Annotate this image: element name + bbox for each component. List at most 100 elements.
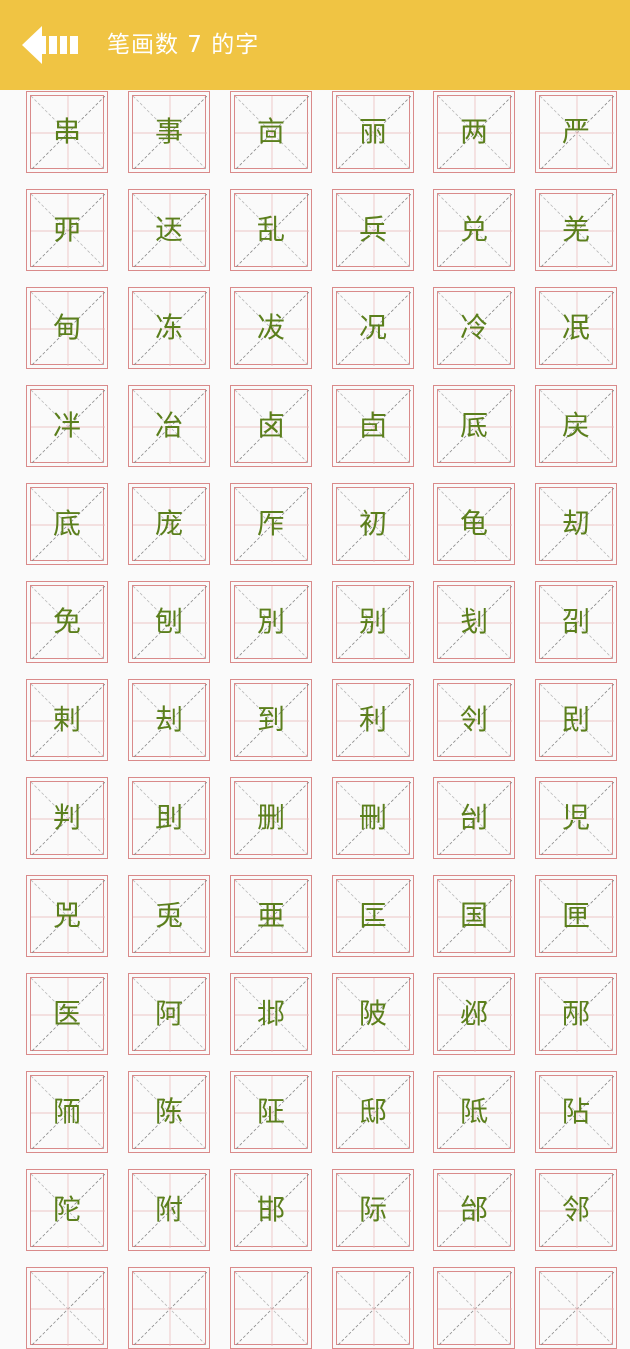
character-cell[interactable]: 乱 (230, 189, 312, 271)
character-cell[interactable]: 冻 (128, 287, 210, 369)
character-cell[interactable]: 邶 (230, 973, 312, 1055)
character-cell[interactable]: 别 (332, 581, 414, 663)
character-cell[interactable]: 刬 (433, 581, 515, 663)
character-cell[interactable]: 免 (26, 581, 108, 663)
character-label: 冻 (154, 311, 183, 344)
character-cell[interactable]: 兕 (26, 875, 108, 957)
character-cell[interactable]: 陈 (128, 1071, 210, 1153)
character-cell[interactable]: 邴 (535, 973, 617, 1055)
character-cell[interactable]: 删 (230, 777, 312, 859)
character-cell[interactable] (535, 1267, 617, 1349)
character-label: 刨 (154, 605, 183, 638)
character-cell[interactable]: 厏 (230, 483, 312, 565)
character-label: 邰 (459, 1193, 488, 1226)
character-cell[interactable]: 串 (26, 91, 108, 173)
character-cell[interactable]: 龟 (433, 483, 515, 565)
character-cell[interactable] (26, 1267, 108, 1349)
character-cell[interactable]: 卤 (230, 385, 312, 467)
character-cell[interactable]: 兵 (332, 189, 414, 271)
character-cell[interactable]: 到 (230, 679, 312, 761)
character-cell[interactable]: 庞 (128, 483, 210, 565)
character-cell[interactable]: 两 (433, 91, 515, 173)
back-button[interactable] (22, 26, 82, 64)
character-cell[interactable]: 厎 (433, 385, 515, 467)
character-cell[interactable]: 亜 (230, 875, 312, 957)
character-cell[interactable]: 刣 (433, 777, 515, 859)
character-cell[interactable]: 事 (128, 91, 210, 173)
character-cell[interactable]: 別 (230, 581, 312, 663)
character-label: 刡 (561, 703, 590, 736)
character-cell[interactable]: 刪 (332, 777, 414, 859)
character-label: 冷 (459, 311, 488, 344)
character-cell[interactable]: 际 (332, 1169, 414, 1251)
character-cell[interactable]: 丣 (26, 189, 108, 271)
character-label: 陈 (154, 1095, 183, 1128)
character-label: 刦 (154, 703, 183, 736)
character-cell[interactable] (128, 1267, 210, 1349)
character-cell[interactable]: 卣 (332, 385, 414, 467)
character-cell[interactable]: 阽 (535, 1071, 617, 1153)
character-label: 剌 (52, 703, 81, 736)
character-cell[interactable]: 国 (433, 875, 515, 957)
character-cell[interactable]: 邸 (332, 1071, 414, 1153)
character-label: 冸 (52, 409, 81, 442)
character-label: 匣 (561, 899, 590, 932)
character-cell[interactable]: 医 (26, 973, 108, 1055)
character-label: 刣 (459, 801, 488, 834)
character-cell[interactable]: 刡 (535, 679, 617, 761)
character-cell[interactable]: 阺 (433, 1071, 515, 1153)
character-cell[interactable]: 阿 (128, 973, 210, 1055)
character-cell[interactable]: 冸 (26, 385, 108, 467)
character-cell[interactable]: 初 (332, 483, 414, 565)
character-cell[interactable]: 㐭 (230, 91, 312, 173)
character-label: 卣 (358, 409, 387, 442)
character-cell[interactable]: 邻 (535, 1169, 617, 1251)
character-label: 甸 (52, 311, 81, 344)
character-label (536, 1268, 616, 1348)
character-cell[interactable]: 刧 (535, 483, 617, 565)
character-cell[interactable]: 附 (128, 1169, 210, 1251)
character-cell[interactable] (332, 1267, 414, 1349)
character-cell[interactable] (230, 1267, 312, 1349)
character-cell[interactable]: 邰 (433, 1169, 515, 1251)
character-cell[interactable]: 严 (535, 91, 617, 173)
character-cell[interactable]: 剌 (26, 679, 108, 761)
character-cell[interactable]: 陂 (332, 973, 414, 1055)
character-cell[interactable]: 児 (535, 777, 617, 859)
character-label: 国 (459, 899, 488, 932)
character-cell[interactable]: 阷 (230, 1071, 312, 1153)
character-cell[interactable]: 利 (332, 679, 414, 761)
character-label: 刢 (459, 703, 488, 736)
character-cell[interactable]: 况 (332, 287, 414, 369)
character-cell[interactable] (433, 1267, 515, 1349)
character-cell[interactable]: 陑 (26, 1071, 108, 1153)
character-cell[interactable]: 邲 (433, 973, 515, 1055)
character-cell[interactable]: 刨 (128, 581, 210, 663)
character-cell[interactable]: 冷 (433, 287, 515, 369)
character-cell[interactable]: 刦 (128, 679, 210, 761)
character-cell[interactable]: 匞 (332, 875, 414, 957)
character-cell[interactable]: 陀 (26, 1169, 108, 1251)
character-label: 别 (358, 605, 387, 638)
character-cell[interactable]: 冺 (535, 287, 617, 369)
character-label: 別 (256, 605, 285, 638)
character-label: 邻 (561, 1193, 590, 1226)
character-cell[interactable]: 丽 (332, 91, 414, 173)
character-label: 刬 (459, 605, 488, 638)
character-cell[interactable]: 刢 (433, 679, 515, 761)
character-cell[interactable]: 刟 (535, 581, 617, 663)
character-label (27, 1268, 107, 1348)
character-cell[interactable]: 刞 (128, 777, 210, 859)
character-cell[interactable]: 戻 (535, 385, 617, 467)
character-cell[interactable]: 迗 (128, 189, 210, 271)
character-cell[interactable]: 兑 (433, 189, 515, 271)
character-cell[interactable]: 底 (26, 483, 108, 565)
character-cell[interactable]: 冶 (128, 385, 210, 467)
character-cell[interactable]: 冹 (230, 287, 312, 369)
character-cell[interactable]: 甸 (26, 287, 108, 369)
character-cell[interactable]: 邯 (230, 1169, 312, 1251)
character-cell[interactable]: 羌 (535, 189, 617, 271)
character-cell[interactable]: 判 (26, 777, 108, 859)
character-cell[interactable]: 匣 (535, 875, 617, 957)
character-cell[interactable]: 兎 (128, 875, 210, 957)
